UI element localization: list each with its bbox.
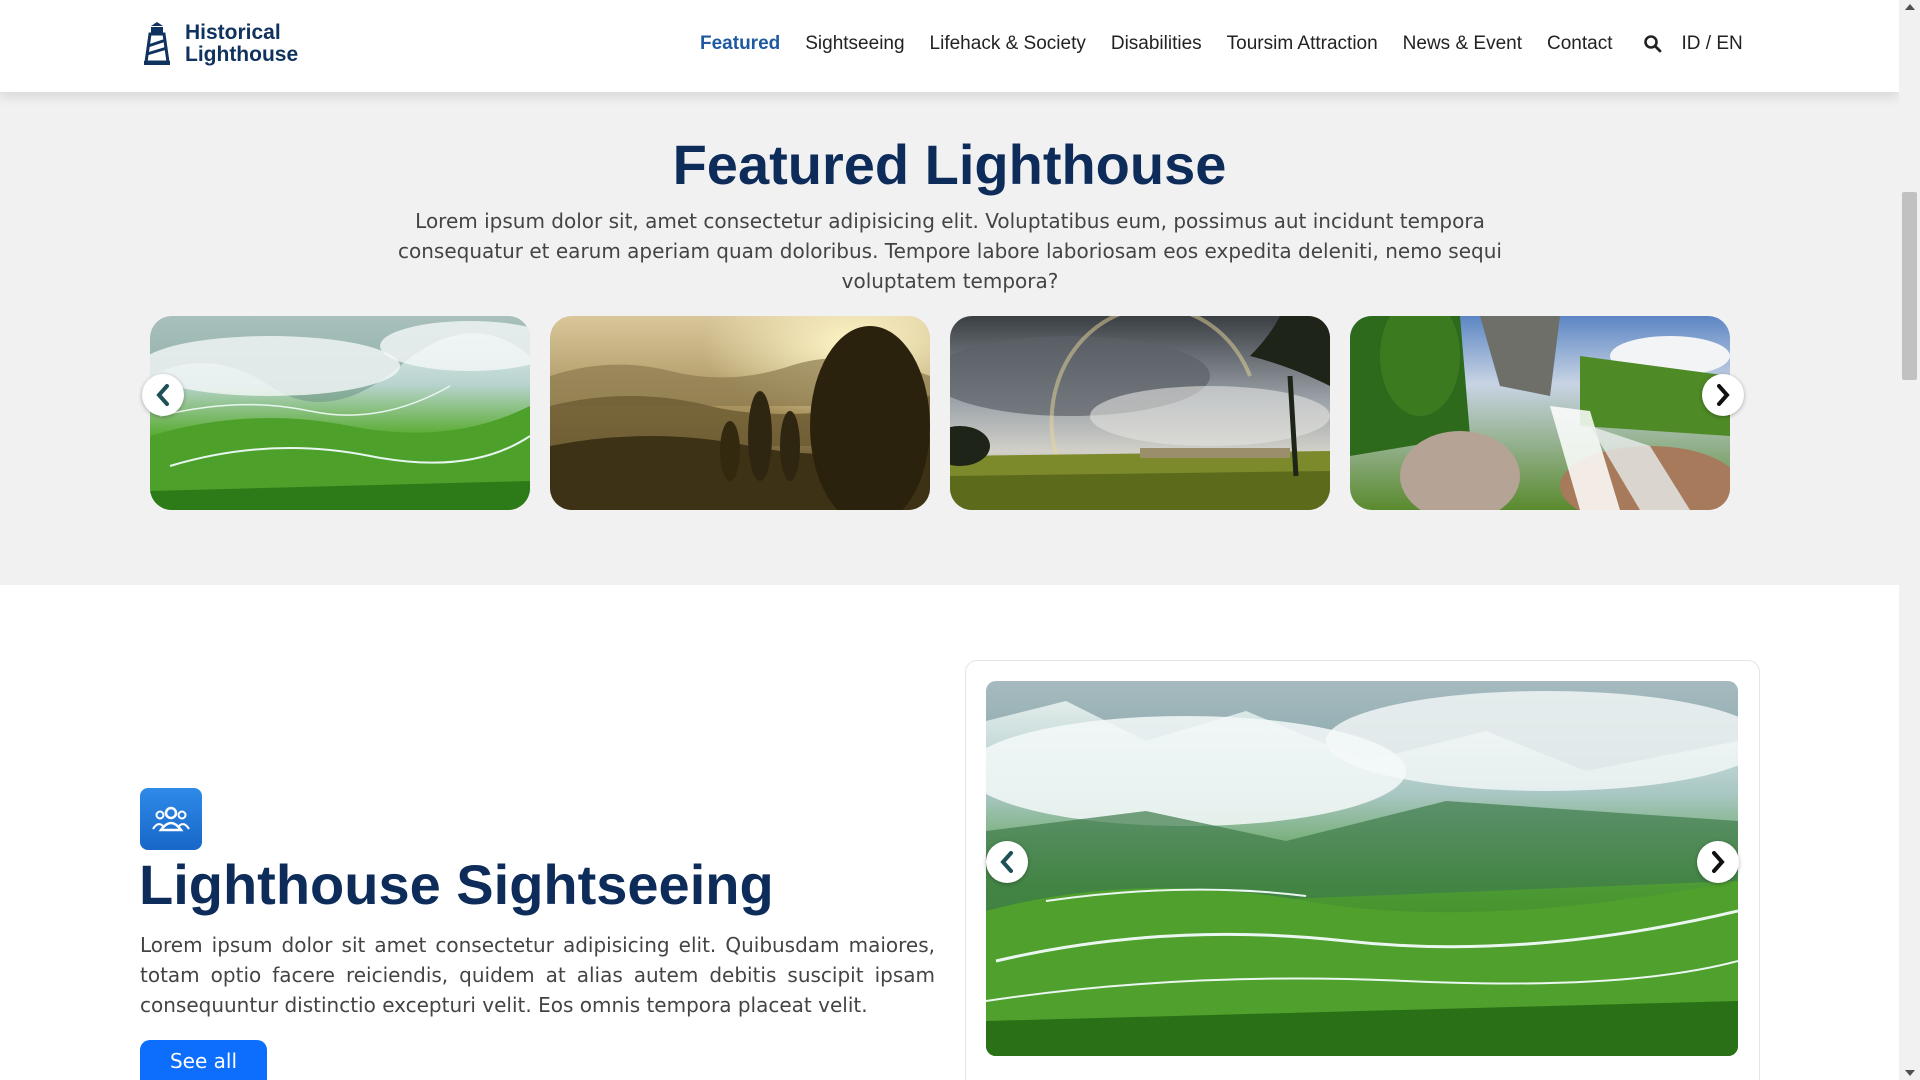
featured-carousel-next-button[interactable] bbox=[1702, 374, 1744, 416]
logo-title-line1: Historical bbox=[185, 21, 281, 44]
page: Historical Lighthouse Featured Sightseei… bbox=[0, 0, 1920, 1080]
carousel-card-waterfall[interactable] bbox=[1350, 316, 1730, 510]
language-switcher[interactable]: ID / EN bbox=[1681, 33, 1742, 55]
chevron-left-icon bbox=[1000, 851, 1013, 873]
scroll-down-arrow-icon[interactable] bbox=[1905, 1070, 1915, 1076]
nav-tourism-attraction[interactable]: Toursim Attraction bbox=[1227, 33, 1378, 55]
golden-hills-image bbox=[550, 316, 930, 510]
rainbow-field-image bbox=[950, 316, 1330, 510]
chevron-right-icon bbox=[1717, 384, 1730, 406]
site-logo[interactable]: Historical Lighthouse bbox=[141, 22, 298, 66]
nav-sightseeing[interactable]: Sightseeing bbox=[805, 33, 904, 55]
carousel-card-rainbow-field[interactable] bbox=[950, 316, 1330, 510]
misty-green-valley-large-image bbox=[986, 681, 1738, 1056]
sightseeing-carousel-prev-button[interactable] bbox=[986, 841, 1028, 883]
see-all-button[interactable]: See all bbox=[140, 1040, 267, 1080]
featured-carousel-prev-button[interactable] bbox=[142, 374, 184, 416]
people-icon bbox=[152, 806, 190, 832]
misty-green-valley-image bbox=[150, 316, 530, 510]
scroll-up-arrow-icon[interactable] bbox=[1905, 4, 1915, 10]
sightseeing-title: Lighthouse Sightseeing bbox=[139, 853, 774, 916]
sightseeing-carousel-panel bbox=[965, 660, 1760, 1080]
featured-section: Featured Lighthouse Lorem ipsum dolor si… bbox=[0, 92, 1899, 585]
nav-news-event[interactable]: News & Event bbox=[1403, 33, 1522, 55]
featured-carousel bbox=[142, 316, 1744, 510]
sightseeing-carousel-next-button[interactable] bbox=[1697, 841, 1739, 883]
logo-title-line2: Lighthouse bbox=[185, 43, 299, 66]
search-icon[interactable] bbox=[1643, 34, 1663, 54]
page-scrollbar[interactable] bbox=[1899, 0, 1920, 1080]
sightseeing-carousel-slide[interactable] bbox=[986, 681, 1738, 1056]
carousel-card-golden-hills[interactable] bbox=[550, 316, 930, 510]
nav-contact[interactable]: Contact bbox=[1547, 33, 1612, 55]
sightseeing-icon-badge bbox=[140, 788, 202, 850]
chevron-left-icon bbox=[156, 384, 169, 406]
scrollbar-thumb[interactable] bbox=[1902, 192, 1917, 380]
carousel-card-misty-green-valley[interactable] bbox=[150, 316, 530, 510]
sightseeing-description: Lorem ipsum dolor sit amet consectetur a… bbox=[140, 933, 935, 1017]
lighthouse-icon bbox=[144, 22, 170, 65]
main-nav: Featured Sightseeing Lifehack & Society … bbox=[700, 33, 1743, 55]
featured-description: Lorem ipsum dolor sit, amet consectetur … bbox=[398, 209, 1502, 293]
waterfall-image bbox=[1350, 316, 1730, 510]
featured-title: Featured Lighthouse bbox=[672, 133, 1227, 196]
chevron-right-icon bbox=[1712, 851, 1725, 873]
nav-lifehack-society[interactable]: Lifehack & Society bbox=[930, 33, 1086, 55]
nav-disabilities[interactable]: Disabilities bbox=[1111, 33, 1202, 55]
nav-featured[interactable]: Featured bbox=[700, 33, 780, 55]
top-navbar: Historical Lighthouse Featured Sightseei… bbox=[0, 0, 1899, 92]
